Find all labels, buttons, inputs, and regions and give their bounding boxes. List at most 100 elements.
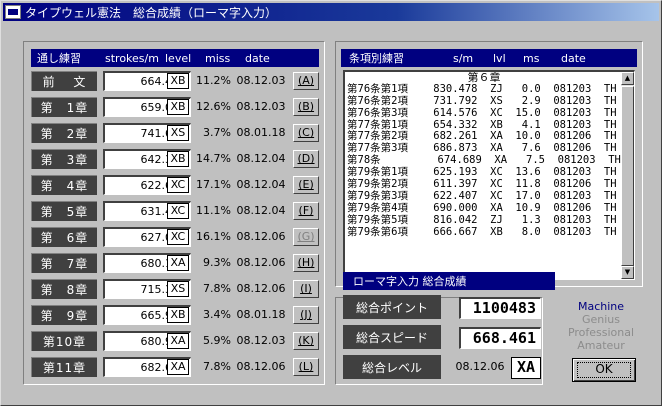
left-table-header: 通し練習 strokes/m level miss date xyxy=(31,49,319,67)
level-badge: XA xyxy=(167,359,189,375)
list-item[interactable]: 第79条第6項 666.667 XB 8.0 081203 TH xyxy=(347,226,621,239)
article-lines: 第６章 第76条第1項 830.478 ZJ 0.0 081203 TH 第76条… xyxy=(347,72,621,238)
practice-button[interactable]: (C) xyxy=(293,124,319,142)
total-speed-label: 総合スピード xyxy=(343,325,441,349)
list-item[interactable]: 第76条第2項 731.792 XS 2.9 081203 TH xyxy=(347,95,621,108)
record-date: 08.12.06 xyxy=(236,230,286,243)
miss-rate: 11.2% xyxy=(196,74,231,87)
record-date: 08.12.03 xyxy=(236,100,286,113)
chapter-label: 第 5章 xyxy=(31,201,97,221)
miss-rate: 9.3% xyxy=(203,256,231,269)
chapter-label: 第 7章 xyxy=(31,253,97,273)
chapter-label: 第 1章 xyxy=(31,97,97,117)
list-scrollbar[interactable]: ▲ ▼ xyxy=(621,72,634,279)
col-lvl: lvl xyxy=(493,51,506,65)
miss-rate: 16.1% xyxy=(196,230,231,243)
col-date: date xyxy=(245,51,270,65)
total-points-label: 総合ポイント xyxy=(343,295,441,319)
level-badge: XA xyxy=(167,255,189,271)
rank-label: Genius xyxy=(581,313,621,326)
miss-rate: 5.9% xyxy=(203,334,231,347)
chapter-label: 第 8章 xyxy=(31,279,97,299)
practice-button[interactable]: (H) xyxy=(293,254,319,272)
total-points-value: 1100483 xyxy=(459,297,541,319)
scroll-thumb[interactable] xyxy=(621,86,634,266)
col-ms: ms xyxy=(523,51,540,65)
practice-button[interactable]: (D) xyxy=(293,150,319,168)
level-badge: XB xyxy=(167,73,189,89)
scroll-up-arrow-icon[interactable]: ▲ xyxy=(621,72,634,85)
chapter-label: 前 文 xyxy=(31,71,97,91)
list-item[interactable]: 第76条第1項 830.478 ZJ 0.0 081203 TH xyxy=(347,83,621,96)
level-badge: XC xyxy=(167,203,189,219)
title-bar[interactable]: タイプウェル憲法 総合成績（ローマ字入力） xyxy=(3,3,659,21)
col-level: level xyxy=(165,51,192,65)
chapter-row: 第 9章 665.903 XB 3.4% 08.01.18 (J) xyxy=(31,305,319,325)
total-level-date: 08.12.06 xyxy=(455,360,505,373)
col-date-right: date xyxy=(561,51,586,65)
miss-rate: 7.8% xyxy=(203,360,231,373)
miss-rate: 14.7% xyxy=(196,152,231,165)
practice-button[interactable]: (I) xyxy=(293,280,319,298)
chapter-row: 第 5章 631.412 XC 11.1% 08.12.04 (F) xyxy=(31,201,319,221)
scroll-down-arrow-icon[interactable]: ▼ xyxy=(621,266,634,279)
window-title: タイプウェル憲法 総合成績（ローマ字入力） xyxy=(25,5,278,20)
practice-button[interactable]: (B) xyxy=(293,98,319,116)
level-badge: XC xyxy=(167,229,189,245)
record-date: 08.12.06 xyxy=(236,282,286,295)
record-date: 08.01.18 xyxy=(236,308,286,321)
ok-button[interactable]: OK xyxy=(572,358,636,382)
col-miss: miss xyxy=(205,51,231,65)
chapter-row: 第11章 682.617 XA 7.8% 08.12.06 (L) xyxy=(31,357,319,377)
record-date: 08.12.04 xyxy=(236,178,286,191)
miss-rate: 3.4% xyxy=(203,308,231,321)
chapter-label: 第 9章 xyxy=(31,305,97,325)
chapter-row: 第 1章 659.099 XB 12.6% 08.12.03 (B) xyxy=(31,97,319,117)
chapter-label: 第11章 xyxy=(31,357,97,377)
chapter-row: 第 6章 627.042 XC 16.1% 08.12.06 (G) xyxy=(31,227,319,247)
record-date: 08.12.03 xyxy=(236,74,286,87)
section-label-jokobetsu: 条項別練習 xyxy=(349,52,404,65)
chapter-row: 第 2章 741.682 XS 3.7% 08.01.18 (C) xyxy=(31,123,319,143)
level-badge: XA xyxy=(167,333,189,349)
chapter-row: 第 8章 715.306 XS 7.8% 08.12.06 (I) xyxy=(31,279,319,299)
chapter-label: 第 4章 xyxy=(31,175,97,195)
total-level-value: XA xyxy=(511,357,541,379)
rank-label: Professional xyxy=(567,326,635,339)
summary-title: ローマ字入力 総合成績 xyxy=(353,275,467,288)
record-date: 08.12.04 xyxy=(236,204,286,217)
practice-button[interactable]: (E) xyxy=(293,176,319,194)
level-badge: XB xyxy=(167,151,189,167)
app-icon xyxy=(5,5,21,19)
practice-button[interactable]: (F) xyxy=(293,202,319,220)
list-item[interactable]: 第79条第5項 816.042 ZJ 1.3 081203 TH xyxy=(347,214,621,227)
chapter-label: 第 3章 xyxy=(31,149,97,169)
practice-button: (G) xyxy=(293,228,319,246)
total-level-label: 総合レベル xyxy=(343,355,441,379)
section-label-tooshi: 通し練習 xyxy=(37,52,81,65)
record-date: 08.01.18 xyxy=(236,126,286,139)
rank-label: Amateur xyxy=(577,339,625,352)
list-item[interactable]: 第76条第3項 614.576 XC 15.0 081203 TH xyxy=(347,107,621,120)
right-list-header: 条項別練習 s/m lvl ms date xyxy=(341,49,637,67)
practice-button[interactable]: (A) xyxy=(293,72,319,90)
miss-rate: 17.1% xyxy=(196,178,231,191)
col-strokes: strokes/m xyxy=(105,51,159,65)
level-badge: XB xyxy=(167,99,189,115)
miss-rate: 7.8% xyxy=(203,282,231,295)
chapter-row: 第 4章 622.661 XC 17.1% 08.12.04 (E) xyxy=(31,175,319,195)
chapter-row: 第10章 680.978 XA 5.9% 08.12.03 (K) xyxy=(31,331,319,351)
article-listbox[interactable]: 第６章 第76条第1項 830.478 ZJ 0.0 081203 TH 第76条… xyxy=(343,70,635,280)
col-sm: s/m xyxy=(453,51,474,65)
practice-button[interactable]: (J) xyxy=(293,306,319,324)
rank-label: Machine xyxy=(577,300,625,313)
list-item[interactable]: 第79条第4項 690.000 XA 10.9 081206 TH xyxy=(347,202,621,215)
miss-rate: 11.1% xyxy=(196,204,231,217)
practice-button[interactable]: (L) xyxy=(293,358,319,376)
practice-button[interactable]: (K) xyxy=(293,332,319,350)
summary-header: ローマ字入力 総合成績 xyxy=(343,272,555,290)
list-item[interactable]: 第79条第3項 622.407 XC 17.0 081203 TH xyxy=(347,190,621,203)
miss-rate: 12.6% xyxy=(196,100,231,113)
level-badge: XB xyxy=(167,307,189,323)
chapter-label: 第 2章 xyxy=(31,123,97,143)
